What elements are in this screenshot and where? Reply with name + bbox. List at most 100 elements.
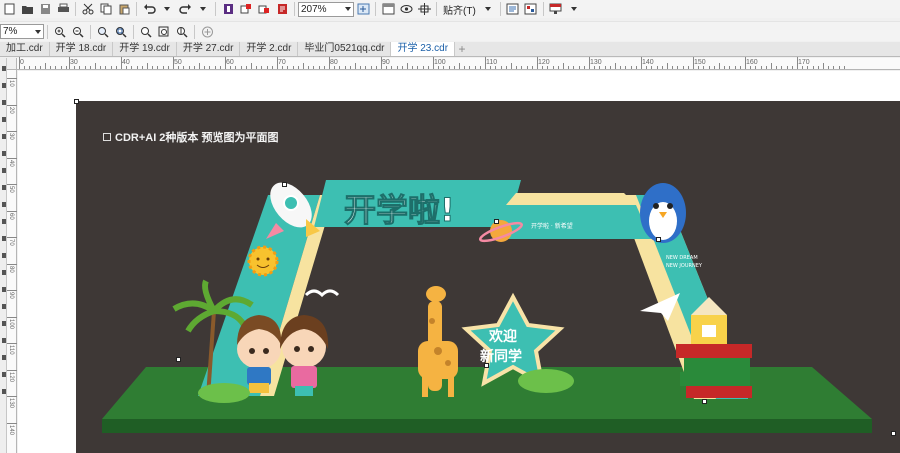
- publish-icon[interactable]: [274, 1, 290, 17]
- horizontal-ruler[interactable]: 0 30 40 50 60 70 80 90 100 110 120 130 140 150 160 170: [17, 57, 900, 70]
- ruler-tick: [79, 66, 81, 69]
- ruler-tick: [136, 66, 138, 69]
- zoom-icon[interactable]: [355, 1, 371, 17]
- open-icon[interactable]: [19, 1, 35, 17]
- tab-document-6[interactable]: 开学 23.cdr: [391, 42, 456, 56]
- tool-button[interactable]: [0, 113, 7, 126]
- selection-handle[interactable]: [484, 363, 489, 368]
- paste-icon[interactable]: [116, 1, 132, 17]
- drawing-canvas[interactable]: CDR+AI 2种版本 预览图为平面图 开学啦! 开学啦 · 新希望 NEW D…: [18, 71, 900, 453]
- view-icon[interactable]: [398, 1, 414, 17]
- selection-handle[interactable]: [702, 399, 707, 404]
- tool-button[interactable]: [0, 215, 7, 228]
- tool-button[interactable]: [0, 147, 7, 160]
- undo-icon[interactable]: [141, 1, 157, 17]
- sun-illustration: [247, 245, 279, 277]
- snap-to-menu[interactable]: 贴齐(T): [440, 2, 479, 17]
- add-circle-icon[interactable]: [199, 24, 215, 40]
- import-icon[interactable]: [238, 1, 254, 17]
- ruler-tick: [65, 66, 67, 69]
- ruler-tick: [360, 66, 362, 69]
- arch-slogan-text: 开学啦 · 新希望: [531, 222, 573, 230]
- tool-button[interactable]: [0, 62, 7, 75]
- tab-document-5[interactable]: 毕业门0521qq.cdr: [298, 42, 392, 56]
- chevron-down-icon[interactable]: [195, 1, 211, 17]
- ruler-tick: [505, 66, 507, 69]
- ruler-tick: [121, 57, 122, 69]
- zoom-percent-dropdown[interactable]: 7%: [0, 24, 44, 39]
- ruler-tick: [817, 66, 819, 69]
- tool-button[interactable]: [0, 232, 7, 245]
- selection-handle[interactable]: [494, 219, 499, 224]
- toolbar-separator: [375, 2, 376, 16]
- tool-button[interactable]: [0, 96, 7, 109]
- ruler-tick: [60, 66, 62, 69]
- tool-button[interactable]: [0, 351, 7, 364]
- tool-button[interactable]: [0, 385, 7, 398]
- welcome-icon[interactable]: [548, 1, 564, 17]
- ruler-tick: [7, 316, 17, 318]
- zoom-all-icon[interactable]: [113, 24, 129, 40]
- ruler-tick: [578, 66, 580, 69]
- options-icon[interactable]: [505, 1, 521, 17]
- tool-button[interactable]: [0, 79, 7, 92]
- tool-button[interactable]: [0, 283, 7, 296]
- selection-handle[interactable]: [282, 182, 287, 187]
- zoom-in-icon[interactable]: [52, 24, 68, 40]
- zoom-width-icon[interactable]: [156, 24, 172, 40]
- tool-button[interactable]: [0, 181, 7, 194]
- tool-button[interactable]: [0, 334, 7, 347]
- ruler-tick: [469, 66, 471, 69]
- tool-button[interactable]: [0, 266, 7, 279]
- save-icon[interactable]: [37, 1, 53, 17]
- redo-icon[interactable]: [177, 1, 193, 17]
- app-launcher-icon[interactable]: [523, 1, 539, 17]
- tab-document-3[interactable]: 开学 27.cdr: [177, 42, 241, 56]
- ruler-tick: [407, 63, 408, 69]
- export-icon[interactable]: [256, 1, 272, 17]
- chevron-down-icon[interactable]: [566, 1, 582, 17]
- tab-document-4[interactable]: 开学 2.cdr: [240, 42, 299, 56]
- fullscreen-icon[interactable]: [380, 1, 396, 17]
- floor-edge: [102, 419, 872, 433]
- zoom-out-icon[interactable]: [70, 24, 86, 40]
- zoom-level-value: 207%: [301, 3, 327, 15]
- cut-icon[interactable]: [80, 1, 96, 17]
- tool-button[interactable]: [0, 300, 7, 313]
- tab-document-0[interactable]: 加工.cdr: [0, 42, 50, 56]
- tool-button[interactable]: [0, 249, 7, 262]
- ruler-origin[interactable]: [7, 58, 17, 70]
- ruler-tick: [812, 66, 814, 69]
- chevron-down-icon[interactable]: [480, 1, 496, 17]
- tool-button[interactable]: [0, 368, 7, 381]
- toolbar-separator: [133, 24, 134, 39]
- selection-handle[interactable]: [74, 99, 79, 104]
- zoom-selected-icon[interactable]: [95, 24, 111, 40]
- zoom-level-dropdown[interactable]: 207%: [298, 1, 354, 17]
- add-tab-icon[interactable]: +: [455, 42, 469, 56]
- ruler-tick: [105, 66, 107, 69]
- arch-illustration[interactable]: 开学啦! 开学啦 · 新希望 NEW DREAM NEW JOURNEY 欢迎 …: [76, 101, 900, 453]
- new-icon[interactable]: [1, 1, 17, 17]
- guides-icon[interactable]: [416, 1, 432, 17]
- selection-handle[interactable]: [891, 431, 896, 436]
- zoom-page-icon[interactable]: [138, 24, 154, 40]
- print-icon[interactable]: [55, 1, 71, 17]
- ruler-label: 120: [8, 371, 14, 382]
- tool-button[interactable]: [0, 198, 7, 211]
- zoom-height-icon[interactable]: [174, 24, 190, 40]
- ruler-tick: [199, 63, 200, 69]
- tab-document-1[interactable]: 开学 18.cdr: [50, 42, 114, 56]
- artwork-page[interactable]: CDR+AI 2种版本 预览图为平面图 开学啦! 开学啦 · 新希望 NEW D…: [74, 99, 900, 453]
- selection-handle[interactable]: [656, 237, 661, 242]
- ruler-tick: [204, 66, 206, 69]
- copy-icon[interactable]: [98, 1, 114, 17]
- tool-button[interactable]: [0, 130, 7, 143]
- tool-button[interactable]: [0, 164, 7, 177]
- chevron-down-icon[interactable]: [159, 1, 175, 17]
- selection-handle[interactable]: [176, 357, 181, 362]
- search-content-icon[interactable]: [220, 1, 236, 17]
- vertical-ruler[interactable]: 10 20 30 40 50 60 70 80 90 100 110 120 130 140: [7, 70, 17, 453]
- tool-button[interactable]: [0, 317, 7, 330]
- tab-document-2[interactable]: 开学 19.cdr: [113, 42, 177, 56]
